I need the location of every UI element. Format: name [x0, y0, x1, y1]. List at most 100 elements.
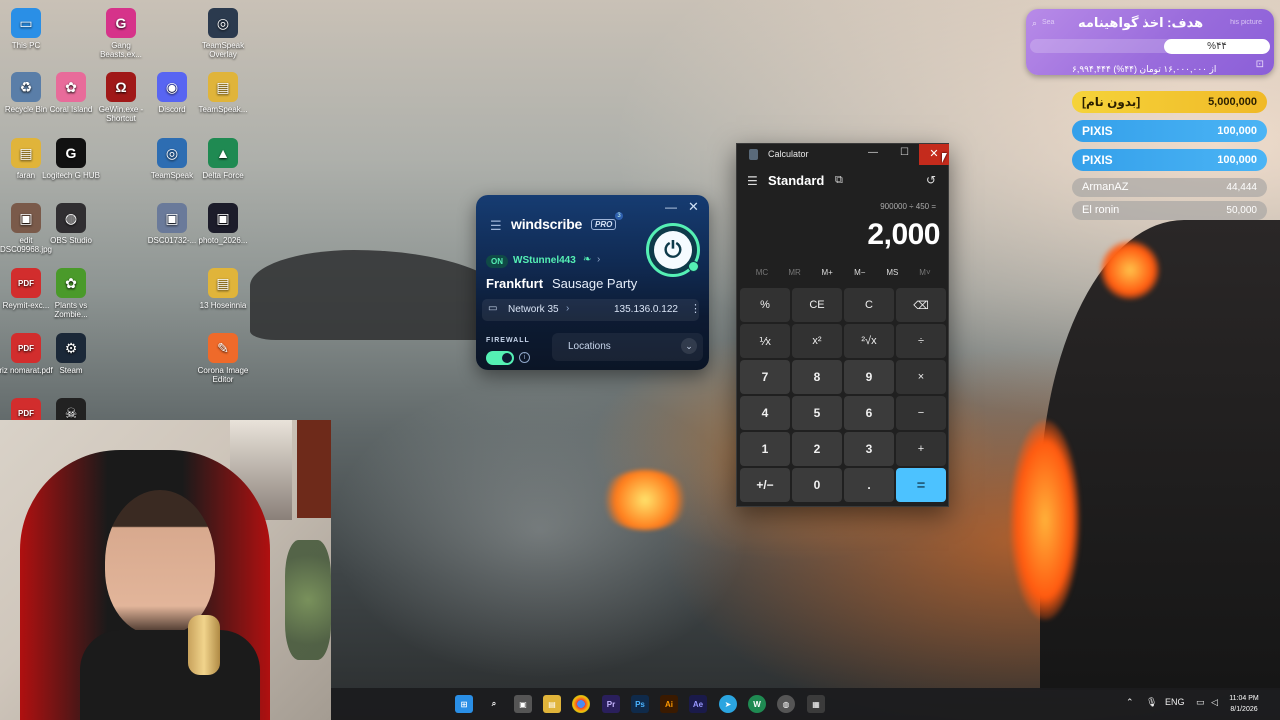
microphone-icon[interactable]: 🎙: [1146, 697, 1157, 708]
calc-key[interactable]: 5: [792, 396, 842, 430]
chrome-icon[interactable]: [572, 695, 590, 713]
memory-button[interactable]: MR: [780, 268, 810, 282]
firewall-label: FIREWALL: [486, 337, 530, 344]
calc-key[interactable]: CE: [792, 288, 842, 322]
desktop-icon[interactable]: G Gang Beasts.ex...: [90, 8, 152, 59]
rock-formation: [250, 250, 510, 340]
desktop-icon-label: Delta Force: [202, 171, 244, 180]
folder-icon: ▤: [11, 138, 41, 168]
desktop-icon[interactable]: ◍ OBS Studio: [40, 203, 102, 245]
calc-key[interactable]: +: [896, 432, 946, 466]
calc-key[interactable]: 7: [740, 360, 790, 394]
steam-icon: ⚙: [56, 333, 86, 363]
hamburger-icon[interactable]: ☰: [490, 218, 502, 234]
desktop-icon-label: TeamSpeak Overlay: [201, 41, 245, 59]
windscribe-window: ☰ windscribe PRO 3 — ✕ ⏻ ON WStunnel443 …: [476, 195, 709, 370]
clock[interactable]: 11:04 PM 8/1/2026: [1224, 693, 1264, 715]
desktop-icon[interactable]: ▭ This PC: [0, 8, 57, 50]
memory-button[interactable]: M+: [812, 268, 842, 282]
search-icon[interactable]: ⌕: [485, 695, 503, 713]
firewall-toggle[interactable]: [486, 351, 514, 365]
calculator-taskbar-icon[interactable]: ▦: [807, 695, 825, 713]
telegram-icon[interactable]: ➤: [719, 695, 737, 713]
desktop-icon[interactable]: G Logitech G HUB: [40, 138, 102, 180]
maximize-button[interactable]: ☐: [900, 147, 909, 158]
desktop-icon-label: Gang Beasts.ex...: [100, 41, 142, 59]
protocol-label[interactable]: WStunnel443: [513, 255, 576, 266]
calc-key[interactable]: C: [844, 288, 894, 322]
illustrator-icon[interactable]: Ai: [660, 695, 678, 713]
memory-button[interactable]: M˅: [910, 268, 940, 282]
search-placeholder: Sea: [1042, 19, 1055, 26]
task-view-icon[interactable]: ▣: [514, 695, 532, 713]
calc-key[interactable]: 4: [740, 396, 790, 430]
cliff: [1040, 220, 1280, 690]
desktop-icon[interactable]: ✿ Plants vs Zombie...: [40, 268, 102, 319]
calc-key[interactable]: +/−: [740, 468, 790, 502]
desktop-icon-label: This PC: [11, 41, 41, 50]
calc-key[interactable]: −: [896, 396, 946, 430]
streamer-body: [80, 630, 260, 720]
photoshop-icon[interactable]: Ps: [631, 695, 649, 713]
lava-spot: [1100, 240, 1160, 300]
memory-button[interactable]: M−: [845, 268, 875, 282]
history-icon[interactable]: ↺: [926, 173, 936, 187]
calc-key[interactable]: 1: [740, 432, 790, 466]
hamburger-icon[interactable]: ☰: [747, 174, 758, 188]
network-icon[interactable]: ▭: [1196, 697, 1205, 708]
calc-key[interactable]: ÷: [896, 324, 946, 358]
desktop-icon[interactable]: ⚙ Steam: [40, 333, 102, 375]
calc-key[interactable]: %: [740, 288, 790, 322]
desktop-icon-label: photo_2026...: [198, 236, 248, 245]
after-effects-icon[interactable]: Ae: [689, 695, 707, 713]
desktop-icon[interactable]: ▤ 13 Hoseinnia: [192, 268, 254, 310]
calc-key[interactable]: ×: [896, 360, 946, 394]
speaker-icon[interactable]: ◁: [1211, 697, 1218, 708]
memory-button[interactable]: MC: [747, 268, 777, 282]
chevron-right-icon[interactable]: ›: [597, 254, 600, 265]
info-icon[interactable]: i: [519, 352, 530, 363]
chevron-up-icon[interactable]: ⌃: [1126, 697, 1134, 708]
coral-island-icon: ✿: [56, 72, 86, 102]
calc-key[interactable]: .: [844, 468, 894, 502]
desktop-icon[interactable]: ◎ TeamSpeak Overlay: [192, 8, 254, 59]
locations-button[interactable]: Locations ⌄: [552, 333, 703, 361]
leaf-icon: ❧: [583, 254, 592, 265]
power-button[interactable]: ⏻: [646, 223, 700, 277]
desktop-icon[interactable]: ✎ Corona Image Editor: [192, 333, 254, 384]
minimize-button[interactable]: —: [868, 147, 878, 158]
language-indicator[interactable]: ENG: [1165, 697, 1185, 707]
calc-key[interactable]: =: [896, 468, 946, 502]
hint-text: his picture: [1230, 19, 1262, 26]
desktop-icon[interactable]: ▣ photo_2026...: [192, 203, 254, 245]
windows-start-icon[interactable]: ⊞: [455, 695, 473, 713]
desktop-icon[interactable]: ▤ TeamSpeak...: [192, 72, 254, 114]
network-row[interactable]: ▭ Network 35 › 135.136.0.122 ⋮: [482, 299, 701, 321]
memory-button[interactable]: MS: [877, 268, 907, 282]
calc-key[interactable]: 2: [792, 432, 842, 466]
file-explorer-icon[interactable]: ▤: [543, 695, 561, 713]
windscribe-taskbar-icon[interactable]: W: [748, 695, 766, 713]
calc-key[interactable]: 3: [844, 432, 894, 466]
premiere-icon[interactable]: Pr: [602, 695, 620, 713]
calc-key[interactable]: 6: [844, 396, 894, 430]
calculator-titlebar[interactable]: Calculator — ☐ ✕: [737, 144, 949, 165]
obs-taskbar-icon[interactable]: ◍: [777, 695, 795, 713]
calc-key[interactable]: 9: [844, 360, 894, 394]
calc-key[interactable]: 0: [792, 468, 842, 502]
monitor-icon: ▭: [11, 8, 41, 38]
desktop-icon[interactable]: ▲ Delta Force: [192, 138, 254, 180]
keep-on-top-icon[interactable]: ⧉: [835, 174, 843, 187]
teamspeak-icon: ◎: [157, 138, 187, 168]
folder-icon-2: ▤: [208, 268, 238, 298]
calc-key[interactable]: 8: [792, 360, 842, 394]
calc-key[interactable]: ⌫: [896, 288, 946, 322]
close-button[interactable]: ✕: [688, 199, 699, 215]
desktop-icon-label: Plants vs Zombie...: [54, 301, 88, 319]
more-options-icon[interactable]: ⋮: [690, 302, 701, 315]
calc-key[interactable]: ⅟x: [740, 324, 790, 358]
minimize-button[interactable]: —: [665, 200, 677, 214]
notification-badge[interactable]: 3: [615, 212, 623, 220]
calc-key[interactable]: x²: [792, 324, 842, 358]
calc-key[interactable]: ²√x: [844, 324, 894, 358]
